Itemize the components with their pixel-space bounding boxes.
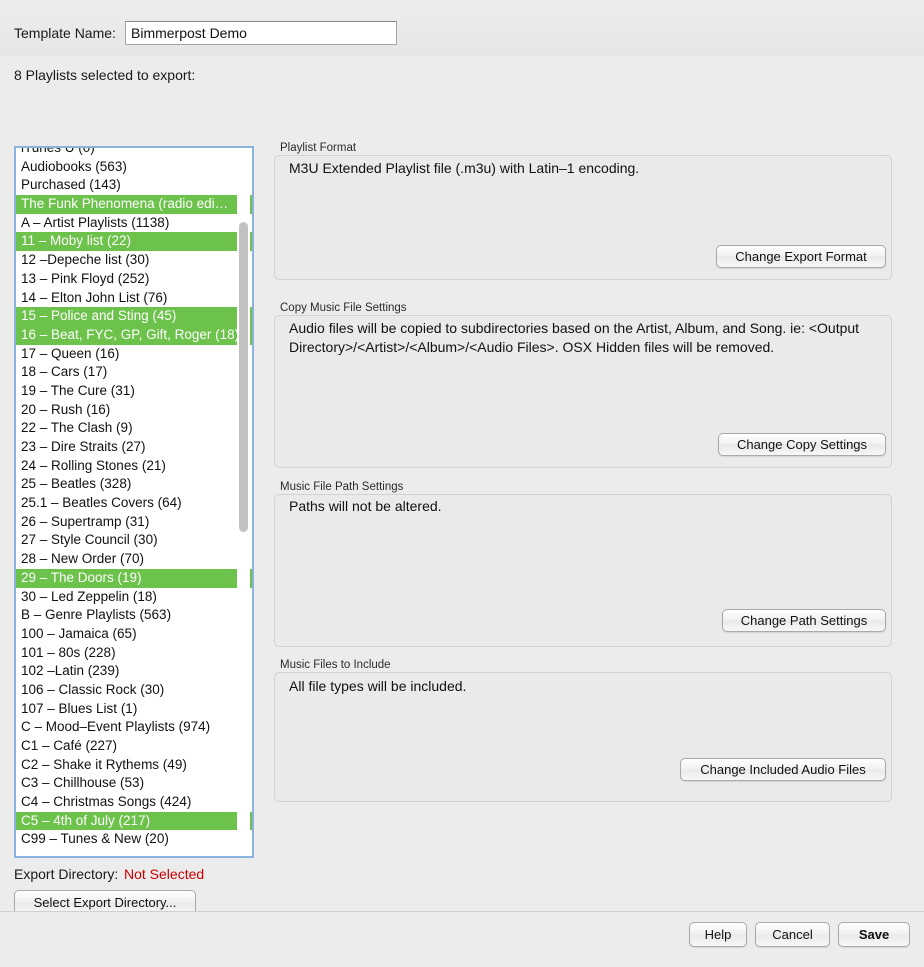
playlist-row[interactable]: 12 –Depeche list (30) (16, 251, 252, 270)
change-copy-settings-button[interactable]: Change Copy Settings (718, 433, 886, 456)
files-to-include-title: Music Files to Include (280, 659, 391, 671)
change-export-format-button[interactable]: Change Export Format (716, 245, 886, 268)
save-button[interactable]: Save (838, 922, 910, 947)
copy-music-text: Audio files will be copied to subdirecto… (289, 320, 860, 355)
playlist-row[interactable]: 106 – Classic Rock (30) (16, 681, 252, 700)
path-settings-title: Music File Path Settings (280, 481, 404, 493)
export-directory-value: Not Selected (124, 866, 205, 882)
playlist-row[interactable]: 18 – Cars (17) (16, 363, 252, 382)
playlist-row[interactable]: 100 – Jamaica (65) (16, 625, 252, 644)
template-name-input[interactable] (125, 21, 397, 45)
playlist-row[interactable]: C3 – Chillhouse (53) (16, 774, 252, 793)
playlist-listbox[interactable]: iTunes U (0) Audiobooks (563) Purchased (1… (14, 146, 254, 858)
playlist-row[interactable]: 29 – The Doors (19) (16, 568, 252, 588)
playlist-scrollbar-thumb[interactable] (239, 222, 248, 532)
playlist-row[interactable]: 28 – New Order (70) (16, 550, 252, 569)
export-directory-label: Export Directory: (14, 866, 119, 882)
playlist-row[interactable]: 14 – Elton John List (76) (16, 289, 252, 308)
playlist-row[interactable]: 30 – Led Zeppelin (18) (16, 588, 252, 607)
playlist-row[interactable]: 20 – Rush (16) (16, 401, 252, 420)
help-button[interactable]: Help (689, 922, 747, 947)
change-included-audio-files-button[interactable]: Change Included Audio Files (680, 758, 886, 781)
playlist-row[interactable]: 15 – Police and Sting (45) (16, 307, 252, 326)
playlist-row[interactable]: 27 – Style Council (30) (16, 531, 252, 550)
playlist-row[interactable]: C – Mood–Event Playlists (974) (16, 718, 252, 737)
template-name-label: Template Name: (14, 25, 116, 41)
playlist-scrollbar[interactable] (237, 150, 250, 854)
export-template-sheet: Template Name: 8 Playlists selected to e… (0, 0, 924, 967)
copy-music-title: Copy Music File Settings (280, 302, 407, 314)
playlist-row[interactable]: C2 – Shake it Rythems (49) (16, 756, 252, 775)
playlist-row[interactable]: 24 – Rolling Stones (21) (16, 457, 252, 476)
playlist-row[interactable]: C99 – Tunes & New (20) (16, 830, 252, 849)
playlist-row[interactable]: 13 – Pink Floyd (252) (16, 270, 252, 289)
playlist-row[interactable]: C4 – Christmas Songs (424) (16, 793, 252, 812)
playlist-row[interactable]: A – Artist Playlists (1138) (16, 214, 252, 233)
playlist-row[interactable]: 17 – Queen (16) (16, 345, 252, 364)
playlists-heading: 8 Playlists selected to export: (14, 67, 196, 83)
playlist-row[interactable]: C1 – Café (227) (16, 737, 252, 756)
playlist-row[interactable]: Purchased (143) (16, 176, 252, 195)
files-to-include-text: All file types will be included. (289, 678, 467, 694)
playlist-row[interactable]: iTunes U (0) (16, 148, 252, 158)
playlist-row[interactable]: 22 – The Clash (9) (16, 419, 252, 438)
playlist-format-text: M3U Extended Playlist file (.m3u) with L… (289, 160, 640, 176)
playlist-row[interactable]: 23 – Dire Straits (27) (16, 438, 252, 457)
playlist-row[interactable]: C5 – 4th of July (217) (16, 811, 252, 831)
playlist-row[interactable]: 102 –Latin (239) (16, 662, 252, 681)
playlist-row[interactable]: B – Genre Playlists (563) (16, 606, 252, 625)
playlist-row[interactable]: Audiobooks (563) (16, 158, 252, 177)
playlist-row[interactable]: 25.1 – Beatles Covers (64) (16, 494, 252, 513)
playlist-row[interactable]: 16 – Beat, FYC, GP, Gift, Roger (18) (16, 325, 252, 345)
playlist-row[interactable]: The Funk Phenomena (radio edi… (16, 195, 252, 214)
playlist-row[interactable]: 11 – Moby list (22) (16, 232, 252, 252)
playlist-format-title: Playlist Format (280, 142, 357, 154)
playlist-rows: iTunes U (0) Audiobooks (563) Purchased (1… (16, 148, 252, 849)
path-settings-text: Paths will not be altered. (289, 498, 442, 514)
playlist-row[interactable]: 25 – Beatles (328) (16, 475, 252, 494)
playlist-row[interactable]: 26 – Supertramp (31) (16, 513, 252, 532)
playlist-row[interactable]: 19 – The Cure (31) (16, 382, 252, 401)
change-path-settings-button[interactable]: Change Path Settings (722, 609, 886, 632)
playlist-row[interactable]: 101 – 80s (228) (16, 644, 252, 663)
cancel-button[interactable]: Cancel (755, 922, 830, 947)
playlist-row[interactable]: 107 – Blues List (1) (16, 700, 252, 719)
